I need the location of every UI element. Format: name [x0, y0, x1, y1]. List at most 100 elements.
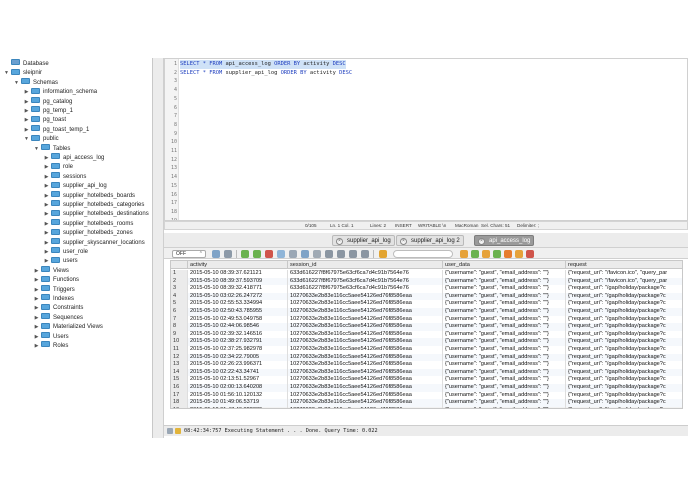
tree-node[interactable]: ▶ Constraints — [33, 303, 83, 313]
collapsed-triangle-icon[interactable]: ▶ — [33, 295, 40, 304]
tree-node[interactable]: ▶ pg_temp_1 — [23, 106, 73, 116]
expanded-triangle-icon[interactable]: ▼ — [13, 79, 20, 88]
table-cell[interactable]: 2015-05-10 01:49:06.53719 — [188, 399, 288, 407]
chart-view-icon[interactable] — [361, 250, 369, 258]
table-cell[interactable]: {"username": "guest", "email_address": "… — [443, 330, 566, 339]
table-cell[interactable]: 2015-05-10 02:00:13.640208 — [188, 384, 288, 392]
collapsed-triangle-icon[interactable]: ▶ — [23, 107, 30, 116]
table-cell[interactable]: {"username": "guest", "email_address": "… — [443, 399, 566, 407]
table-cell[interactable]: 10270633e2b83e116cc5aee54126ed76f8586eaa — [288, 346, 443, 354]
column-header[interactable]: session_id — [288, 261, 443, 269]
expanded-triangle-icon[interactable]: ▼ — [23, 135, 30, 144]
table-cell[interactable]: 10270633e2b83e116cc5aee54126ed76f8586eaa — [288, 406, 443, 408]
tree-node[interactable]: ▶ supplier_skyscanner_locations — [43, 238, 145, 248]
collapsed-triangle-icon[interactable]: ▶ — [43, 239, 50, 248]
table-cell[interactable]: 633d616227f8f67975e63cf6ca7d4c91b7564e76 — [288, 277, 443, 286]
collapsed-triangle-icon[interactable]: ▶ — [23, 88, 30, 97]
pin-icon[interactable] — [379, 250, 387, 258]
tree-node[interactable]: ▶ pg_toast_temp_1 — [23, 125, 89, 135]
tree-node[interactable]: ▶ users — [43, 256, 78, 266]
tree-node[interactable]: ▶ Sequences — [33, 313, 83, 323]
table-cell[interactable]: 10270633e2b83e116cc5aee54126ed76f8586eaa — [288, 323, 443, 331]
close-tab-icon[interactable]: × — [336, 238, 343, 245]
table-cell[interactable]: {"request_uri": "/gap/holiday/package?c — [566, 369, 682, 377]
collapsed-triangle-icon[interactable]: ▶ — [33, 286, 40, 295]
table-row[interactable]: 12 2015-05-10 02:34:22.79005 10270633e2b83… — [171, 353, 682, 362]
tree-node[interactable]: ▶ Triggers — [33, 285, 75, 295]
run-icon[interactable] — [471, 250, 479, 258]
tree-node[interactable]: ▼ Tables — [33, 144, 70, 154]
table-cell[interactable]: {"request_uri": "/gap/holiday/package?c — [566, 361, 682, 369]
table-cell[interactable]: 10270633e2b83e116cc5aee54126ed76f8586eaa — [288, 308, 443, 316]
table-row[interactable]: 4 2015-05-10 03:02:26.247272 10270633e2b83… — [171, 292, 682, 301]
tree-node[interactable]: ▶ Roles — [33, 341, 68, 351]
collapsed-triangle-icon[interactable]: ▶ — [43, 257, 50, 266]
collapsed-triangle-icon[interactable]: ▶ — [33, 342, 40, 351]
tree-node[interactable]: ▶ Indexes — [33, 294, 74, 304]
tree-node[interactable]: ▶ role — [43, 162, 73, 172]
table-cell[interactable]: 10270633e2b83e116cc5aee54126ed76f8586eaa — [288, 315, 443, 324]
collapsed-triangle-icon[interactable]: ▶ — [43, 229, 50, 238]
table-row[interactable]: 16 2015-05-10 02:00:13.640208 10270633e2b8… — [171, 384, 682, 392]
collapsed-triangle-icon[interactable]: ▶ — [33, 304, 40, 313]
table-row[interactable]: 11 2015-05-10 02:37:25.982978 10270633e2b8… — [171, 346, 682, 354]
table-cell[interactable]: 10270633e2b83e116cc5aee54126ed76f8586eaa — [288, 391, 443, 400]
column-header[interactable]: activity — [188, 261, 288, 269]
tree-node[interactable]: ▶ pg_toast — [23, 115, 66, 125]
collapsed-triangle-icon[interactable]: ▶ — [33, 276, 40, 285]
table-cell[interactable]: 2015-05-10 01:56:10.120132 — [188, 391, 288, 400]
table-row[interactable]: 2 2015-05-10 08:39:37.593709 633d616227f8f… — [171, 277, 682, 286]
tree-node[interactable]: ▶ Materialized Views — [33, 322, 103, 332]
table-cell[interactable]: {"username": "guest", "email_address": "… — [443, 391, 566, 400]
table-row[interactable]: 6 2015-05-10 02:50:43.785955 10270633e2b83… — [171, 308, 682, 316]
table-cell[interactable]: 10270633e2b83e116cc5aee54126ed76f8586eaa — [288, 376, 443, 384]
table-cell[interactable]: {"request_uri": "/gap/holiday/package?c — [566, 392, 682, 400]
lightbulb-icon[interactable] — [482, 250, 490, 258]
expanded-triangle-icon[interactable]: ▼ — [3, 69, 10, 78]
table-cell[interactable]: {"request_uri": "/gap/holiday/package?c — [566, 384, 682, 392]
collapsed-triangle-icon[interactable]: ▶ — [23, 126, 30, 135]
tree-node[interactable]: ▶ supplier_hotelbeds_boards — [43, 191, 135, 201]
table-cell[interactable]: {"request_uri": "/gap/holiday/package?c — [566, 300, 682, 308]
collapsed-triangle-icon[interactable]: ▶ — [33, 267, 40, 276]
sql-editor[interactable]: 1 2 3 4 5 6 7 8 9 10 11 12 13 14 15 16 17 18 19 SELECT * F… — [164, 58, 688, 221]
table-row[interactable]: 10 2015-05-10 02:38:27.932791 10270633e2b8… — [171, 338, 682, 346]
table-cell[interactable]: {"username": "guest", "email_address": "… — [443, 277, 566, 286]
add-row-icon[interactable] — [253, 250, 261, 258]
tree-node[interactable]: ▶ Users — [33, 332, 69, 342]
table-cell[interactable]: {"request_uri": "/gap/holiday/package?c — [566, 308, 682, 316]
table-cell[interactable]: {"username": "guest", "email_address": "… — [443, 338, 566, 346]
collapsed-triangle-icon[interactable]: ▶ — [43, 192, 50, 201]
collapsed-triangle-icon[interactable]: ▶ — [43, 248, 50, 257]
table-cell[interactable]: {"username": "guest", "email_address": "… — [443, 285, 566, 293]
table-row[interactable]: 13 2015-05-10 02:26:23.996371 10270633e2b8… — [171, 361, 682, 369]
table-cell[interactable]: {"username": "guest", "email_address": "… — [443, 315, 566, 324]
collapsed-triangle-icon[interactable]: ▶ — [33, 333, 40, 342]
table-cell[interactable]: 633d616227f8f67975e63cf6ca7d4c91b7564e76 — [288, 285, 443, 293]
result-tab[interactable]: × api_access_log — [474, 235, 535, 246]
code-line[interactable]: SELECT * FROM api_access_log ORDER BY ac… — [180, 60, 346, 69]
table-cell[interactable]: {"request_uri": "/gap/holiday/package?c — [566, 399, 682, 407]
collapsed-triangle-icon[interactable]: ▶ — [43, 154, 50, 163]
schema-tree[interactable]: Database ▼ sleipnir ▼ Schemas ▶ information_sc… — [0, 58, 153, 438]
bookmark-icon[interactable] — [460, 250, 468, 258]
table-cell[interactable]: 2015-05-10 02:26:23.996371 — [188, 361, 288, 369]
form-view-icon[interactable] — [349, 250, 357, 258]
result-filter-input[interactable] — [393, 250, 453, 258]
collapsed-triangle-icon[interactable]: ▶ — [43, 220, 50, 229]
table-cell[interactable]: {"request_uri": "/gap/holiday/package?c — [566, 407, 682, 408]
table-cell[interactable]: 2015-05-10 08:39:37.621121 — [188, 270, 288, 278]
tree-node[interactable]: ▶ Views — [33, 266, 69, 276]
table-cell[interactable]: {"request_uri": "/gap/holiday/package?c — [566, 338, 682, 346]
table-cell[interactable]: 2015-05-10 01:47:46.822389 — [188, 406, 288, 408]
table-cell[interactable]: {"request_uri": "/gap/holiday/package?c — [566, 346, 682, 354]
table-row[interactable]: 9 2015-05-10 02:39:32.146516 10270633e2b83… — [171, 330, 682, 339]
collapsed-triangle-icon[interactable]: ▶ — [43, 201, 50, 210]
table-cell[interactable]: {"username": "guest", "email_address": "… — [443, 346, 566, 354]
table-cell[interactable]: {"username": "guest", "email_address": "… — [443, 270, 566, 278]
delete-row-icon[interactable] — [265, 250, 273, 258]
table-cell[interactable]: 10270633e2b83e116cc5aee54126ed76f8586eaa — [288, 292, 443, 301]
refresh-icon[interactable] — [241, 250, 249, 258]
tree-node[interactable]: ▶ supplier_hotelbeds_rooms — [43, 219, 133, 229]
wrench-icon[interactable] — [515, 250, 523, 258]
